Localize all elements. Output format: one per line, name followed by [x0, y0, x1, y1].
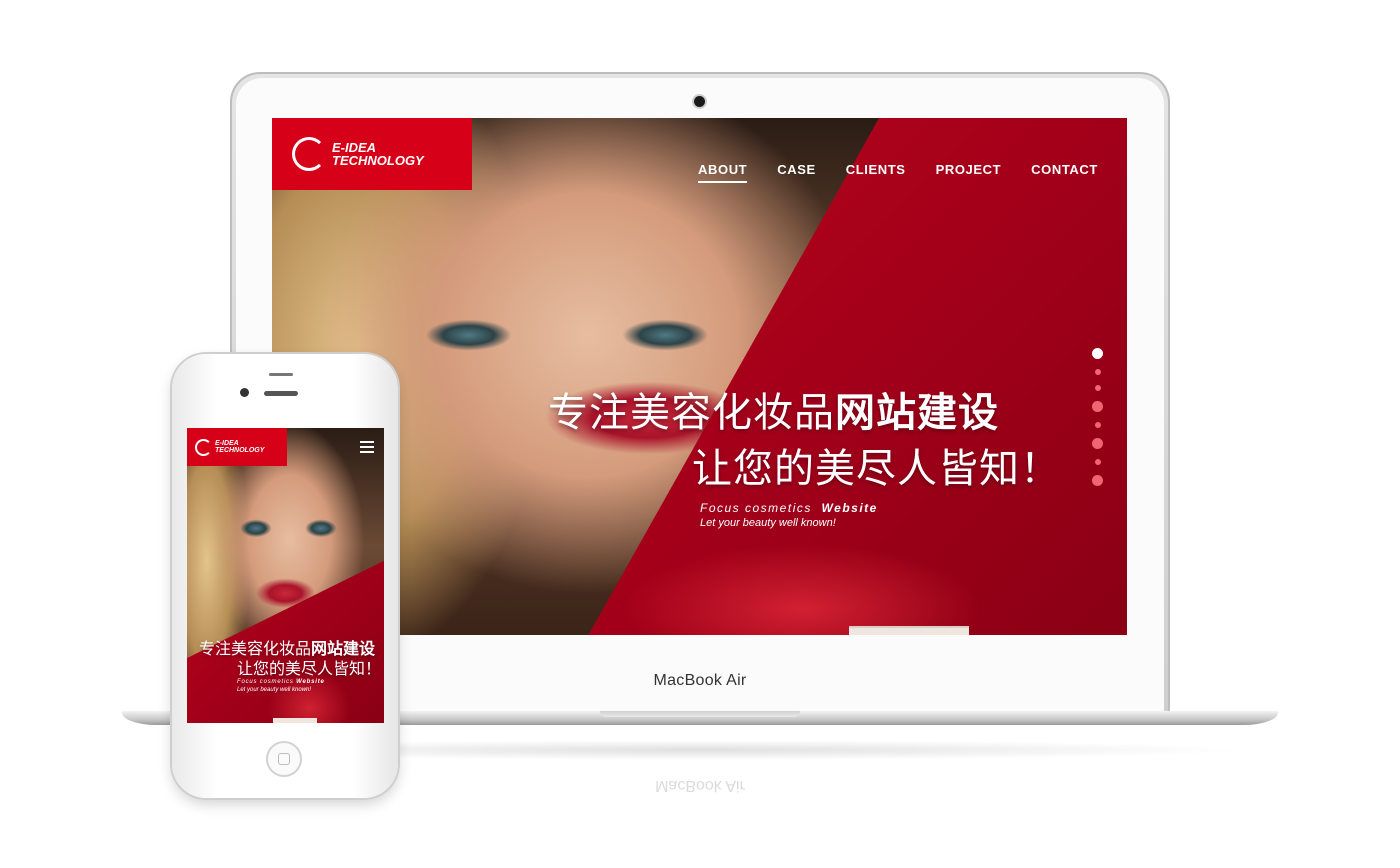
phone-screen: E-IDEA TECHNOLOGY 专注美容化妆品网站建设 让您的美尽人皆知！ … — [187, 428, 384, 723]
hero-subline2: Let your beauty well known! — [700, 517, 836, 529]
camera-icon — [694, 96, 705, 107]
hero-subline1: Focus cosmetics Website — [700, 501, 878, 515]
logo-text: E-IDEA TECHNOLOGY — [332, 141, 424, 167]
mobile-logo-line1: E-IDEA — [215, 440, 239, 447]
menu-bar — [360, 451, 374, 453]
slider-dot[interactable] — [1094, 385, 1101, 391]
slider-dots — [1092, 348, 1103, 486]
menu-bar — [360, 441, 374, 443]
hero-headline-line2: 让您的美尽人皆知！ — [692, 447, 1061, 491]
phone-camera-icon — [240, 388, 249, 397]
mobile-subline1-a: Focus cosmetics — [237, 679, 294, 685]
laptop-base-notch — [600, 711, 800, 717]
swirl-logo-icon — [195, 438, 212, 456]
slider-dot[interactable] — [1094, 369, 1101, 375]
mobile-logo-text: E-IDEA TECHNOLOGY — [215, 440, 264, 454]
subline1-a: Focus cosmetics — [700, 501, 812, 515]
slider-dot[interactable] — [1092, 438, 1103, 449]
phone-speaker — [264, 391, 298, 396]
nav-item-project[interactable]: PROJECT — [936, 162, 1002, 183]
nav-item-contact[interactable]: CONTACT — [1031, 162, 1098, 183]
slider-dot[interactable] — [1094, 459, 1101, 465]
nav-item-clients[interactable]: CLIENTS — [846, 162, 906, 183]
hero-headline: 专注美容化妆品网站建设 — [548, 380, 999, 438]
phone-top-slit — [269, 373, 293, 376]
logo-line2: TECHNOLOGY — [332, 153, 424, 168]
mobile-hero-subline2: Let your beauty well known! — [237, 687, 312, 693]
laptop-brand-label: MacBook Air — [653, 672, 747, 689]
mobile-product-card-strip — [273, 718, 317, 723]
hamburger-menu-icon[interactable] — [360, 441, 374, 453]
menu-bar — [360, 446, 374, 448]
nav-item-case[interactable]: CASE — [777, 162, 816, 183]
brand-reflection: MacBook Air — [655, 777, 745, 794]
main-nav: ABOUT CASE CLIENTS PROJECT CONTACT — [698, 162, 1098, 183]
mobile-site-logo[interactable]: E-IDEA TECHNOLOGY — [187, 428, 287, 466]
phone-home-button[interactable] — [266, 741, 302, 777]
nav-item-about[interactable]: ABOUT — [698, 162, 748, 183]
slider-dot[interactable] — [1094, 422, 1101, 428]
slider-dot[interactable] — [1092, 475, 1103, 486]
slider-dot[interactable] — [1092, 348, 1103, 359]
mobile-hero-headline-line2: 让您的美尽人皆知！ — [237, 661, 382, 678]
mobile-hero-subline1: Focus cosmetics Website — [237, 679, 325, 685]
headline-plain: 专注美容化妆品 — [548, 391, 835, 435]
mobile-logo-line2: TECHNOLOGY — [215, 447, 265, 454]
headline-bold: 网站建设 — [835, 391, 999, 435]
swirl-logo-icon — [292, 137, 326, 171]
product-card-strip — [849, 626, 969, 635]
site-logo[interactable]: E-IDEA TECHNOLOGY — [272, 118, 472, 190]
slider-dot[interactable] — [1092, 401, 1103, 412]
subline1-b: Website — [821, 501, 878, 515]
laptop-screen: E-IDEA TECHNOLOGY ABOUT CASE CLIENTS PRO… — [272, 118, 1127, 635]
mobile-subline1-b: Website — [296, 679, 325, 685]
